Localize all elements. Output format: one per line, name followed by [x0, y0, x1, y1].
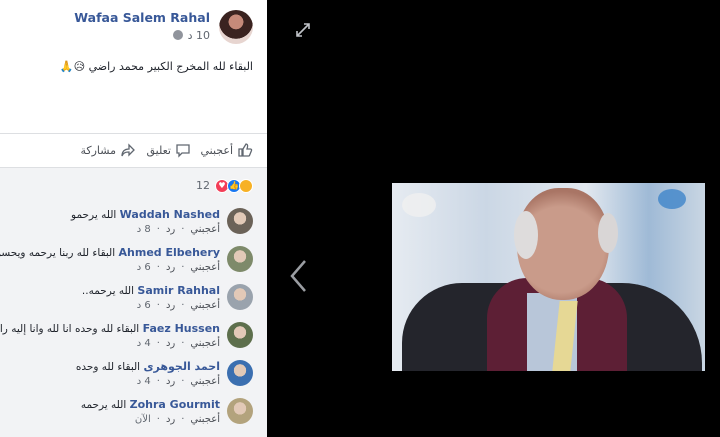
- comment-like-link[interactable]: أعجبني: [190, 262, 220, 273]
- comment-time[interactable]: 6 د: [137, 262, 151, 273]
- chevron-left-icon[interactable]: [287, 258, 309, 294]
- separator: ·: [156, 300, 160, 311]
- comment-time[interactable]: 6 د: [137, 300, 151, 311]
- separator: ·: [156, 224, 160, 235]
- commenter-name[interactable]: Samir Rahhal: [137, 284, 220, 297]
- separator: ·: [156, 262, 160, 273]
- comment-item: Ahmed Elbehery البقاء لله ربنا يرحمه ويح…: [0, 244, 267, 280]
- like-label: أعجبني: [200, 143, 233, 157]
- separator: ·: [156, 414, 160, 425]
- comment-reply-link[interactable]: رد: [166, 262, 175, 273]
- comment-text: الله يرحمه: [80, 399, 127, 411]
- separator: ·: [181, 224, 185, 235]
- commenter-avatar[interactable]: [227, 398, 253, 424]
- comment-body: احمد الجوهرى البقاء لله وحده: [76, 360, 220, 373]
- comment-reply-link[interactable]: رد: [166, 338, 175, 349]
- commenter-name[interactable]: Waddah Nashed: [120, 208, 220, 221]
- comment-meta: أعجبني · رد · 4 د: [131, 338, 220, 349]
- comment-item: Zohra Gourmit الله يرحمه أعجبني · رد · الآن: [0, 396, 267, 432]
- share-label: مشاركة: [80, 143, 116, 157]
- separator: ·: [156, 338, 160, 349]
- comment-body: Zohra Gourmit الله يرحمه: [81, 398, 220, 411]
- comment-time[interactable]: 4 د: [137, 376, 151, 387]
- like-button[interactable]: أعجبني: [200, 140, 253, 160]
- separator: ·: [156, 376, 160, 387]
- post-actions-bar: أعجبني تعليق مشاركة: [0, 140, 267, 160]
- comment-text: البقاء لله ربنا يرحمه ويحسن إليه: [0, 247, 116, 259]
- comment-meta: أعجبني · رد · 8 د: [131, 224, 220, 235]
- comment-label: تعليق: [146, 143, 171, 157]
- comment-time[interactable]: 8 د: [137, 224, 151, 235]
- comment-like-link[interactable]: أعجبني: [190, 224, 220, 235]
- comment-reply-link[interactable]: رد: [166, 224, 175, 235]
- comment-meta: أعجبني · رد · 4 د: [131, 376, 220, 387]
- photo-viewer: [267, 0, 720, 437]
- post-header: Wafaa Salem Rahal 10 د: [0, 0, 267, 50]
- comment-like-link[interactable]: أعجبني: [190, 338, 220, 349]
- comment-meta: أعجبني · رد · الآن: [129, 414, 220, 425]
- comment-body: Faez Hussen البقاء لله وحده انا لله وانا…: [0, 322, 220, 335]
- comment-text: البقاء لله وحده انا لله وانا إليه راجعون: [0, 323, 140, 335]
- comment-like-link[interactable]: أعجبني: [190, 300, 220, 311]
- post-text: البقاء لله المخرج الكبير محمد راضي 😥🙏: [59, 60, 253, 73]
- comment-body: Samir Rahhal الله يرحمه..: [82, 284, 220, 297]
- comment-item: Samir Rahhal الله يرحمه.. أعجبني · رد · 6 د: [0, 282, 267, 318]
- commenter-avatar[interactable]: [227, 246, 253, 272]
- comment-time[interactable]: 4 د: [137, 338, 151, 349]
- comment-meta: أعجبني · رد · 6 د: [131, 262, 220, 273]
- share-button[interactable]: مشاركة: [80, 140, 136, 160]
- commenter-avatar[interactable]: [227, 360, 253, 386]
- comment-time[interactable]: الآن: [135, 414, 151, 425]
- post-photo[interactable]: [392, 183, 705, 371]
- separator: ·: [181, 414, 185, 425]
- post-timestamp[interactable]: 10 د: [188, 29, 210, 42]
- comments-section: 12 ♥ 👍 Waddah Nashed الله يرحمو أعجبني · ر…: [0, 168, 267, 437]
- public-globe-icon: [173, 30, 183, 40]
- comment-icon: [176, 144, 190, 158]
- commenter-avatar[interactable]: [227, 284, 253, 310]
- commenter-avatar[interactable]: [227, 208, 253, 234]
- comment-body: Waddah Nashed الله يرحمو: [71, 208, 220, 221]
- separator: ·: [181, 262, 185, 273]
- reaction-count[interactable]: 12: [196, 179, 210, 192]
- comment-reply-link[interactable]: رد: [166, 414, 175, 425]
- reactions-summary[interactable]: 12 ♥ 👍: [196, 178, 253, 193]
- comment-item: Waddah Nashed الله يرحمو أعجبني · رد · 8 د: [0, 206, 267, 242]
- comment-item: احمد الجوهرى البقاء لله وحده أعجبني · رد · 4…: [0, 358, 267, 394]
- comment-reply-link[interactable]: رد: [166, 300, 175, 311]
- separator: ·: [181, 376, 185, 387]
- comment-like-link[interactable]: أعجبني: [190, 414, 220, 425]
- author-name[interactable]: Wafaa Salem Rahal: [74, 10, 210, 25]
- thumbs-up-icon: [238, 143, 253, 157]
- commenter-name[interactable]: Ahmed Elbehery: [119, 246, 220, 259]
- commenter-avatar[interactable]: [227, 322, 253, 348]
- comment-text: البقاء لله وحده: [75, 361, 141, 373]
- commenter-name[interactable]: احمد الجوهرى: [143, 360, 220, 373]
- comment-body: Ahmed Elbehery البقاء لله ربنا يرحمه ويح…: [0, 246, 220, 259]
- comment-button[interactable]: تعليق: [146, 140, 191, 160]
- expand-icon[interactable]: [295, 22, 311, 38]
- post-panel: Wafaa Salem Rahal 10 د البقاء لله المخرج…: [0, 0, 267, 437]
- comment-like-link[interactable]: أعجبني: [190, 376, 220, 387]
- comment-text: الله يرحمو: [71, 209, 117, 221]
- author-avatar[interactable]: [219, 10, 253, 44]
- commenter-name[interactable]: Zohra Gourmit: [130, 398, 220, 411]
- comment-meta: أعجبني · رد · 6 د: [131, 300, 220, 311]
- separator: ·: [181, 300, 185, 311]
- sad-reaction-icon: [239, 178, 253, 193]
- commenter-name[interactable]: Faez Hussen: [143, 322, 220, 335]
- post-time[interactable]: 10 د: [188, 29, 210, 42]
- comment-item: Faez Hussen البقاء لله وحده انا لله وانا…: [0, 320, 267, 356]
- comment-text: الله يرحمه..: [81, 285, 135, 297]
- comment-reply-link[interactable]: رد: [166, 376, 175, 387]
- share-arrow-icon: [121, 143, 135, 157]
- divider: [0, 133, 267, 134]
- separator: ·: [181, 338, 185, 349]
